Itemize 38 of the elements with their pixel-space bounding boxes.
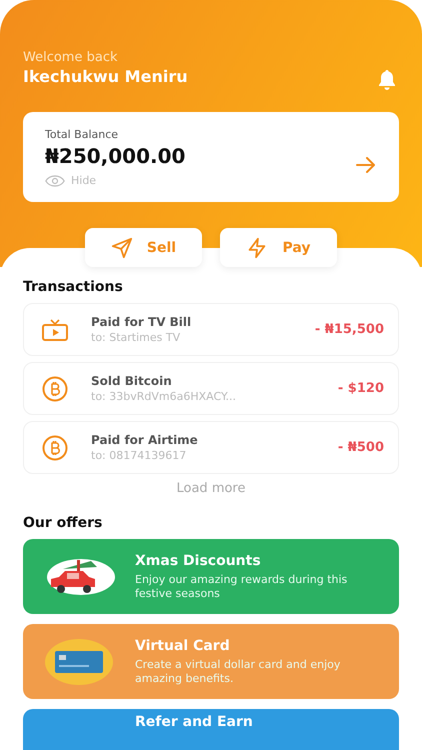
eye-icon: [45, 174, 65, 186]
offer-title: Xmas Discounts: [135, 553, 262, 570]
offer-card[interactable]: Virtual Card Create a virtual dollar card and enjoy amazing benefits.: [23, 624, 399, 699]
transaction-amount: - ₦15,500: [314, 322, 384, 337]
transaction-amount: - ₦500: [338, 440, 384, 455]
lightning-icon: [246, 236, 268, 258]
offer-title: Virtual Card: [135, 638, 231, 654]
offer-title: Refer and Earn: [135, 714, 253, 730]
load-more-link[interactable]: Load more: [170, 480, 252, 497]
offer-card[interactable]: Refer and Earn: [23, 709, 399, 750]
section-title: Transactions: [23, 279, 124, 295]
offer-card[interactable]: Xmas Discounts Enjoy our amazing rewards during this festive seasons: [23, 539, 399, 614]
send-icon: [110, 236, 133, 258]
offer-description: Enjoy our amazing rewards during this festive seasons: [135, 573, 348, 600]
transaction-row[interactable]: Paid for Airtime to: 08174139617 - ₦500: [23, 421, 399, 474]
sell-button[interactable]: Sell: [85, 228, 202, 267]
transaction-title: Paid for Airtime: [91, 433, 199, 447]
offer-description: Create a virtual dollar card and enjoy amazing benefits.: [135, 658, 342, 685]
credit-card-drawing: [44, 638, 114, 686]
user-name: Ikechukwu Meniru: [23, 67, 188, 86]
transaction-recipient: to: 33bvRdVm6a6HXACY...: [91, 390, 237, 403]
balance-amount: ₦250,000.00: [45, 144, 186, 168]
transaction-recipient: to: Startimes TV: [91, 331, 182, 344]
pay-button[interactable]: Pay: [220, 228, 337, 267]
transaction-amount: - $120: [338, 381, 384, 396]
bitcoin-icon: [42, 434, 68, 460]
transaction-title: Sold Bitcoin: [91, 374, 173, 388]
greeting: Welcome back: [23, 50, 118, 65]
section-title: Our offers: [23, 515, 104, 531]
transaction-row[interactable]: Sold Bitcoin to: 33bvRdVm6a6HXACY... - $120: [23, 362, 399, 415]
transaction-title: Paid for TV Bill: [91, 315, 192, 329]
balance-label: Total Balance: [45, 128, 120, 141]
arrow-right-icon[interactable]: [356, 157, 376, 173]
bitcoin-icon: [42, 376, 68, 402]
transaction-recipient: to: 08174139617: [91, 449, 188, 462]
tv-icon: [42, 318, 68, 340]
hide-button[interactable]: Hide: [45, 174, 186, 187]
transaction-row[interactable]: Paid for TV Bill to: Startimes TV - ₦15,500: [23, 303, 399, 356]
